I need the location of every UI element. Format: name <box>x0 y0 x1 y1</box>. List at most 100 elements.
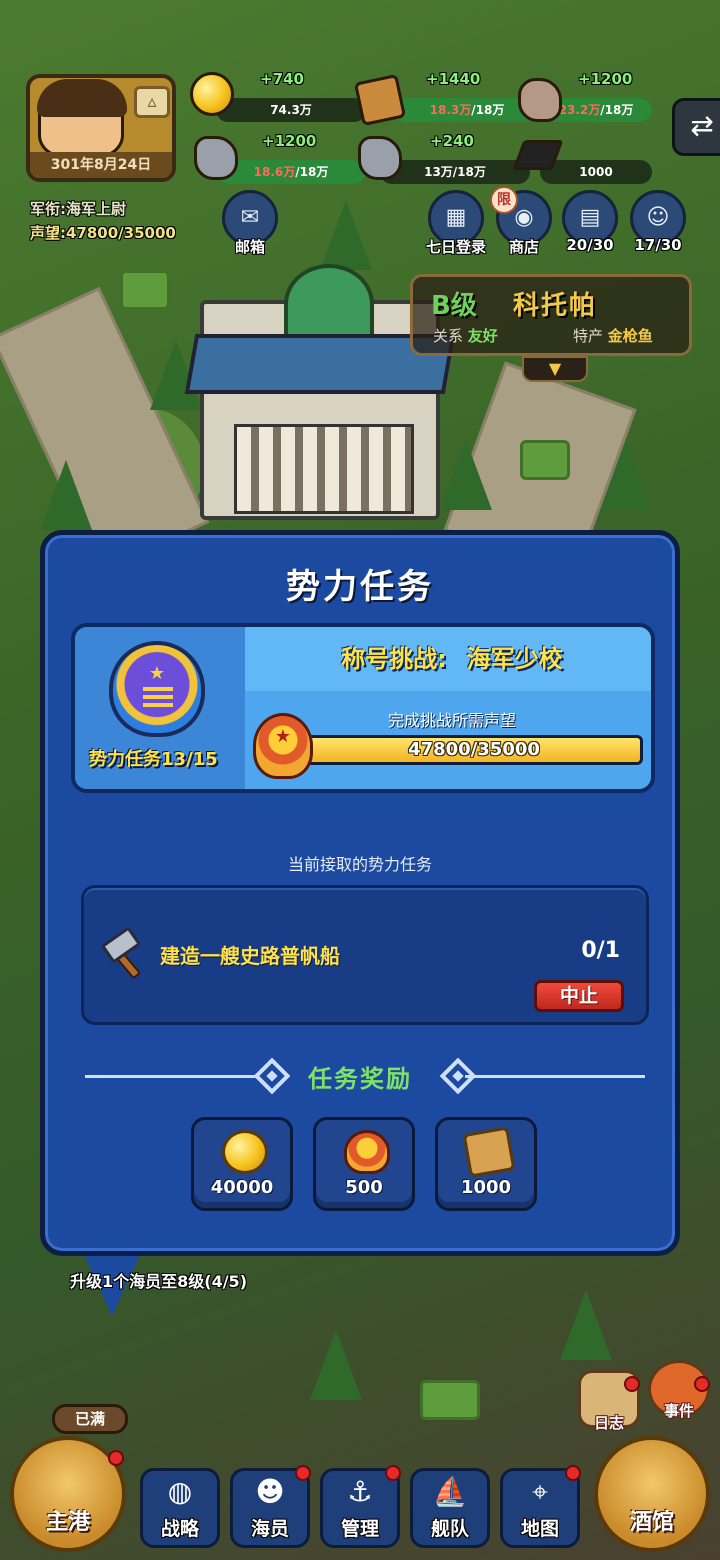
wood-icon <box>462 1126 516 1178</box>
event-label: 事件 <box>663 1402 694 1420</box>
iron-ore-icon <box>358 136 402 180</box>
nav-fleet[interactable]: ⛵ 舰队 <box>410 1468 490 1548</box>
city-relation: 关系 友好 <box>433 325 498 346</box>
ore-value: 23.2万/18万 <box>559 103 634 117</box>
map-tree <box>600 440 652 510</box>
task-count: 0/1 <box>581 938 620 963</box>
storage-full-badge: 已满 <box>52 1404 128 1434</box>
challenge-left-panel: ★ 势力任务13/15 <box>75 627 245 789</box>
nav-map-label: 地图 <box>520 1518 559 1540</box>
nav-tavern-label: 酒馆 <box>629 1510 674 1535</box>
gold-coin-icon <box>190 72 234 116</box>
stone-resource[interactable]: 18.6万/18万 <box>216 160 366 184</box>
reward-value: 40000 <box>210 1177 274 1198</box>
relation-label: 关系 <box>433 327 464 345</box>
star-icon: ★ <box>148 663 166 684</box>
ore-gain: +1200 <box>578 70 633 88</box>
gold-resource[interactable]: 74.3万 <box>216 98 366 122</box>
wood-gain: +1440 <box>426 70 481 88</box>
relation-value: 友好 <box>467 327 498 345</box>
nav-map[interactable]: ⌖ 地图 <box>500 1465 581 1548</box>
notification-dot <box>295 1465 311 1481</box>
faction-task-modal: 势力任务 ★ 势力任务13/15 称号挑战: 海军少校 完成挑战所需声望 4780… <box>40 530 680 1256</box>
map-icon: ⌖ <box>532 1475 548 1508</box>
city-info-card[interactable]: B级 科托帕 关系 友好 特产 金枪鱼 <box>410 274 692 356</box>
reputation-progress-bar: 47800/35000 <box>305 735 643 765</box>
hammer-head <box>100 926 142 964</box>
limited-badge: 限 <box>490 186 518 214</box>
map-hedge <box>120 270 170 310</box>
wood-cap: /18万 <box>471 103 505 117</box>
nav-home-label: 主港 <box>45 1510 90 1535</box>
stone-value: 18.6万/18万 <box>254 165 329 179</box>
reward-reputation[interactable]: 500 <box>313 1117 415 1211</box>
nav-crew-label: 海员 <box>250 1518 289 1540</box>
stone-current: 18.6万 <box>253 165 296 179</box>
map-tree <box>440 440 492 510</box>
map-tree <box>320 200 372 270</box>
medal-icon <box>344 1130 390 1174</box>
iron-gain: +240 <box>430 132 474 150</box>
city-hall-building[interactable] <box>184 264 456 520</box>
nav-tavern[interactable]: 酒馆 <box>594 1436 710 1552</box>
map-tree <box>40 460 92 530</box>
specialty-label: 特产 <box>573 327 604 345</box>
gold-value: 74.3万 <box>270 103 312 117</box>
faction-task-progress: 势力任务13/15 <box>89 749 218 770</box>
building-dome <box>284 264 374 344</box>
player-reputation: 声望:47800/35000 <box>30 224 176 242</box>
rank-shield-icon: ★ <box>109 641 205 737</box>
challenge-title: 称号挑战: 海军少校 <box>245 627 651 691</box>
reputation-value: 47800/35000 <box>408 739 540 760</box>
player-avatar[interactable]: ▵ 301年8月24日 <box>26 74 176 182</box>
nav-strategy-label: 战略 <box>160 1518 199 1540</box>
swap-arrows-icon[interactable]: ⇄ <box>672 98 720 156</box>
nav-strategy[interactable]: ◍ 战略 <box>140 1468 220 1548</box>
specialty-value: 金枪鱼 <box>607 327 653 345</box>
stone-cap: /18万 <box>295 165 329 179</box>
gold-coin-icon <box>222 1130 268 1174</box>
task-name: 建造一艘史路普帆船 <box>160 944 340 968</box>
stone-icon <box>194 136 238 180</box>
nav-manage-label: 管理 <box>340 1518 379 1540</box>
notification-dot <box>624 1376 640 1392</box>
map-hedge <box>420 1380 480 1420</box>
cap-resource[interactable]: 1000 <box>540 160 652 184</box>
reward-wood[interactable]: 1000 <box>435 1117 537 1211</box>
game-date: 301年8月24日 <box>30 152 172 178</box>
medal-icon <box>253 713 313 779</box>
modal-title: 势力任务 <box>286 567 434 607</box>
reward-gold[interactable]: 40000 <box>191 1117 293 1211</box>
notification-dot <box>694 1376 710 1392</box>
nav-crew[interactable]: ☻ 海员 <box>230 1465 311 1548</box>
nav-manage[interactable]: ⚓ 管理 <box>320 1465 401 1548</box>
map-tree <box>560 1290 612 1360</box>
crew-count: 17/30 <box>634 236 682 254</box>
avatar-portrait <box>37 79 127 158</box>
reward-divider-right <box>465 1075 645 1078</box>
building-columns <box>234 424 414 514</box>
ship-icon: ⛵ <box>432 1475 468 1508</box>
iron-resource[interactable]: 13万/18万 <box>380 160 530 184</box>
gold-gain: +740 <box>260 70 304 88</box>
mail-label: 邮箱 <box>234 238 265 256</box>
city-grade: B级 <box>431 291 477 321</box>
notification-dot <box>565 1465 581 1481</box>
notification-dot <box>108 1450 124 1466</box>
city-specialty: 特产 金枪鱼 <box>573 325 653 346</box>
stone-gain: +1200 <box>262 132 317 150</box>
nav-fleet-label: 舰队 <box>430 1518 469 1540</box>
wood-value: 18.3万/18万 <box>430 103 505 117</box>
ore-icon <box>518 78 562 122</box>
quest-hint[interactable]: 升级1个海员至8级(4/5) <box>70 1268 247 1292</box>
title-challenge-card: ★ 势力任务13/15 称号挑战: 海军少校 完成挑战所需声望 47800/350… <box>71 623 655 793</box>
challenge-target: 海军少校 <box>466 645 563 673</box>
chevron-down-icon[interactable]: ▼ <box>522 356 588 382</box>
triangle-up-icon[interactable]: ▵ <box>134 86 170 118</box>
reward-value: 1000 <box>460 1177 512 1198</box>
abort-task-button[interactable]: 中止 <box>534 980 624 1012</box>
globe-icon: ◍ <box>167 1475 193 1508</box>
ore-cap: /18万 <box>600 103 634 117</box>
wood-icon <box>353 73 407 127</box>
nav-home-port[interactable]: 主港 <box>10 1436 126 1552</box>
